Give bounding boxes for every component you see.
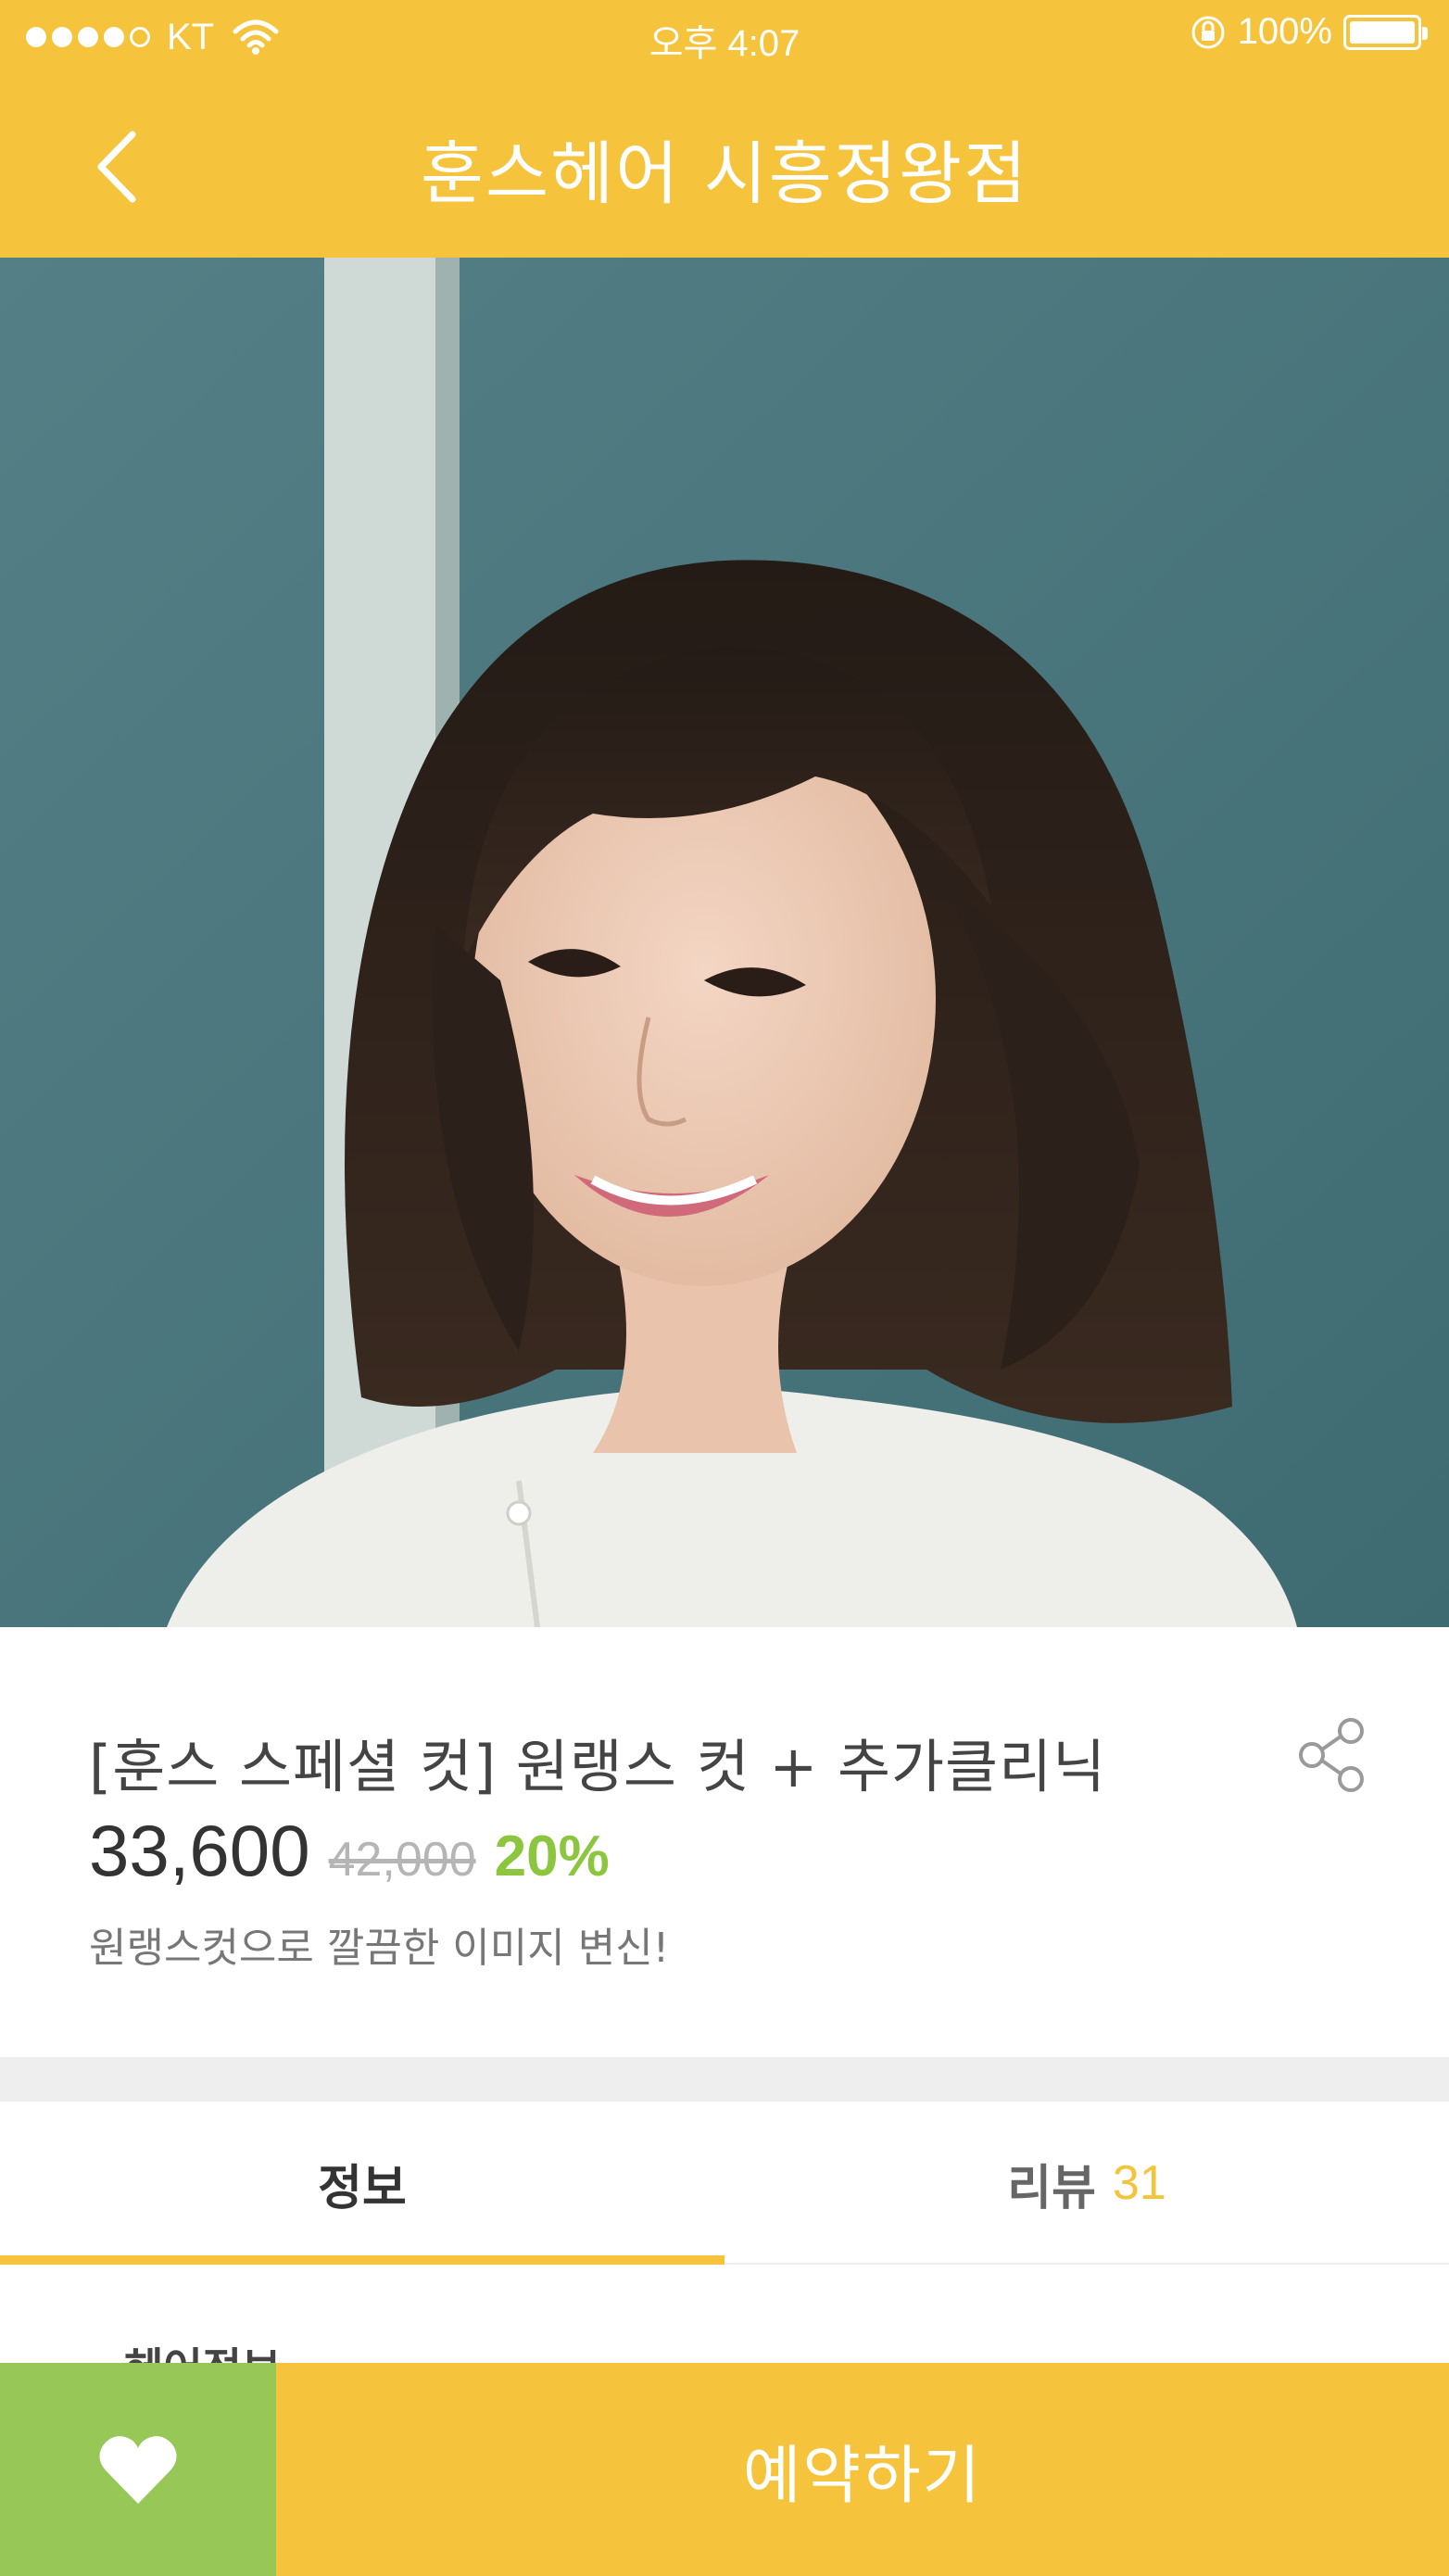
battery-percent: 100% bbox=[1237, 11, 1332, 52]
share-button[interactable] bbox=[1297, 1716, 1367, 1794]
original-price: 42,000 bbox=[328, 1833, 476, 1887]
bottom-action-bar: 예약하기 bbox=[0, 2363, 1449, 2576]
product-info: [훈스 스페셜 컷] 원랭스 컷 + 추가클리닉 33,600 42,000 2… bbox=[0, 1627, 1449, 2057]
rotation-lock-icon bbox=[1191, 16, 1225, 48]
tab-info[interactable]: 정보 bbox=[0, 2102, 724, 2265]
product-subtitle: 원랭스컷으로 깔끔한 이미지 변신! bbox=[89, 1925, 670, 1972]
battery-icon bbox=[1343, 14, 1428, 50]
review-count: 31 bbox=[1112, 2156, 1166, 2210]
share-icon bbox=[1299, 1718, 1364, 1792]
product-title: [훈스 스페셜 컷] 원랭스 컷 + 추가클리닉 bbox=[89, 1733, 1107, 1800]
price-row: 33,600 42,000 20% bbox=[89, 1809, 610, 1893]
like-button[interactable] bbox=[0, 2363, 276, 2576]
hero-image bbox=[0, 258, 1449, 1627]
active-tab-indicator bbox=[0, 2255, 724, 2265]
tab-review-label: 리뷰 bbox=[1007, 2160, 1096, 2216]
sale-price: 33,600 bbox=[89, 1810, 310, 1891]
tab-bar: 정보 리뷰 31 bbox=[0, 2102, 1449, 2265]
app-header: KT 오후 4:07 100% 훈스헤어 시흥정왕점 bbox=[0, 0, 1449, 258]
status-right: 100% bbox=[1190, 11, 1428, 53]
heart-icon bbox=[99, 2436, 177, 2504]
nav-bar: 훈스헤어 시흥정왕점 bbox=[0, 74, 1449, 258]
tab-review[interactable]: 리뷰 31 bbox=[724, 2102, 1449, 2265]
section-divider bbox=[0, 2057, 1449, 2102]
page-title: 훈스헤어 시흥정왕점 bbox=[420, 134, 1029, 214]
tab-info-label: 정보 bbox=[318, 2160, 407, 2216]
reserve-button[interactable]: 예약하기 bbox=[276, 2363, 1449, 2576]
model-photo bbox=[0, 258, 1449, 1627]
discount-rate: 20% bbox=[494, 1825, 610, 1888]
status-bar: KT 오후 4:07 100% bbox=[0, 0, 1449, 74]
